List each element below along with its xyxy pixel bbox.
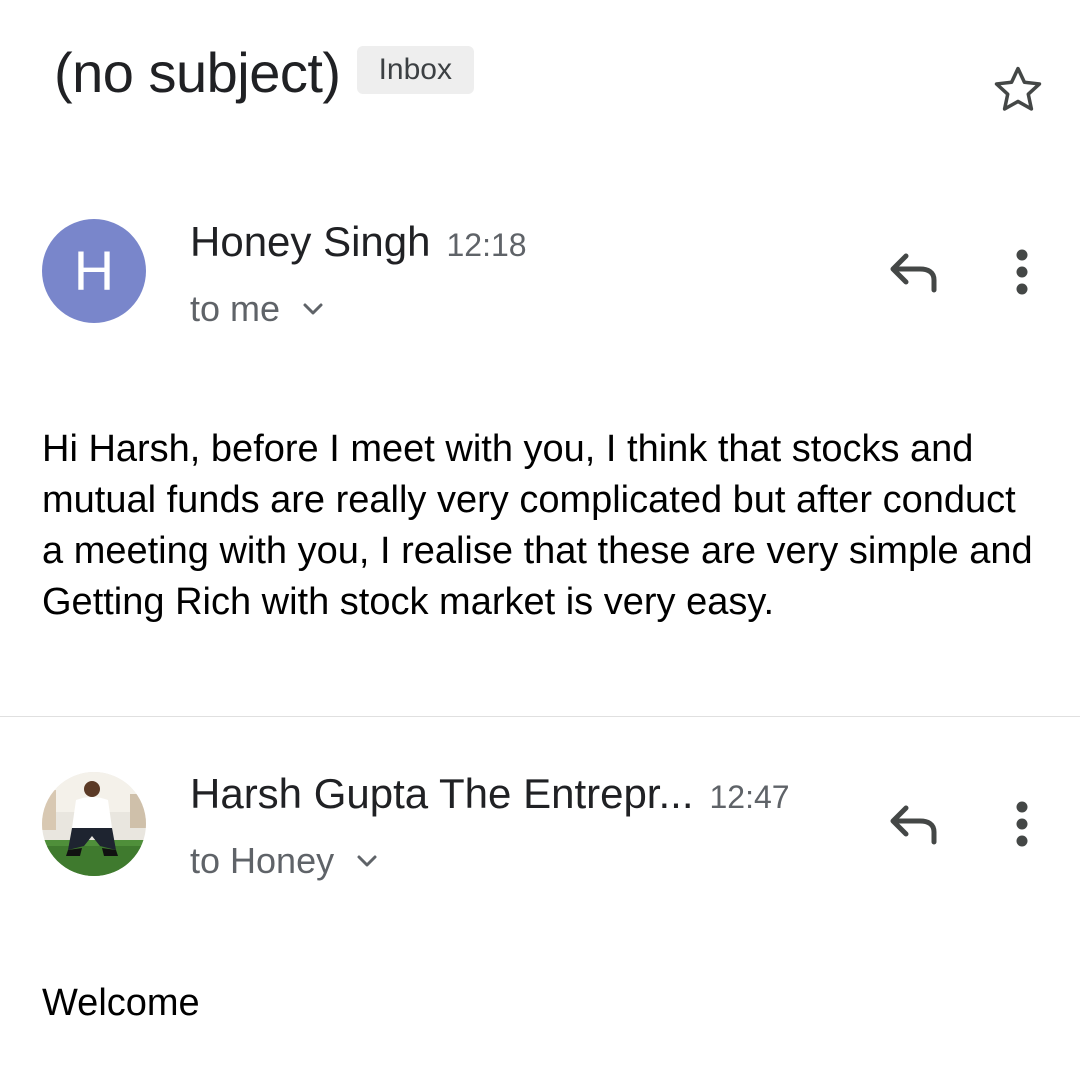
message-body: Hi Harsh, before I meet with you, I thin… (42, 428, 1033, 623)
sender-name: Honey Singh (190, 218, 431, 265)
more-options-icon[interactable] (1000, 242, 1044, 302)
reply-icon[interactable] (884, 248, 942, 298)
star-icon[interactable] (990, 62, 1046, 118)
email-subject: (no subject) (54, 41, 341, 104)
recipient-text: to me (190, 288, 281, 329)
recipient-details-toggle[interactable]: to Honey (190, 840, 378, 882)
recipient-text: to Honey (190, 840, 335, 881)
message-header[interactable]: Honey Singh 12:18 (190, 218, 527, 266)
avatar[interactable]: H (42, 219, 146, 323)
chevron-down-icon (357, 855, 377, 867)
recipient-details-toggle[interactable]: to me (190, 288, 324, 330)
avatar[interactable] (42, 772, 146, 876)
message-time: 12:47 (709, 779, 790, 815)
inbox-label-chip[interactable]: Inbox (356, 46, 474, 94)
sender-name: Harsh Gupta The Entrepr... (190, 770, 694, 817)
subject-header: (no subject) Inbox (54, 38, 474, 108)
message-header[interactable]: Harsh Gupta The Entrepr... 12:47 (190, 770, 790, 818)
more-options-icon[interactable] (1000, 794, 1044, 854)
message-time: 12:18 (446, 227, 527, 263)
reply-icon[interactable] (884, 800, 942, 850)
message-divider (0, 716, 1080, 717)
chevron-down-icon (303, 303, 323, 315)
message-body: Welcome (42, 982, 200, 1024)
